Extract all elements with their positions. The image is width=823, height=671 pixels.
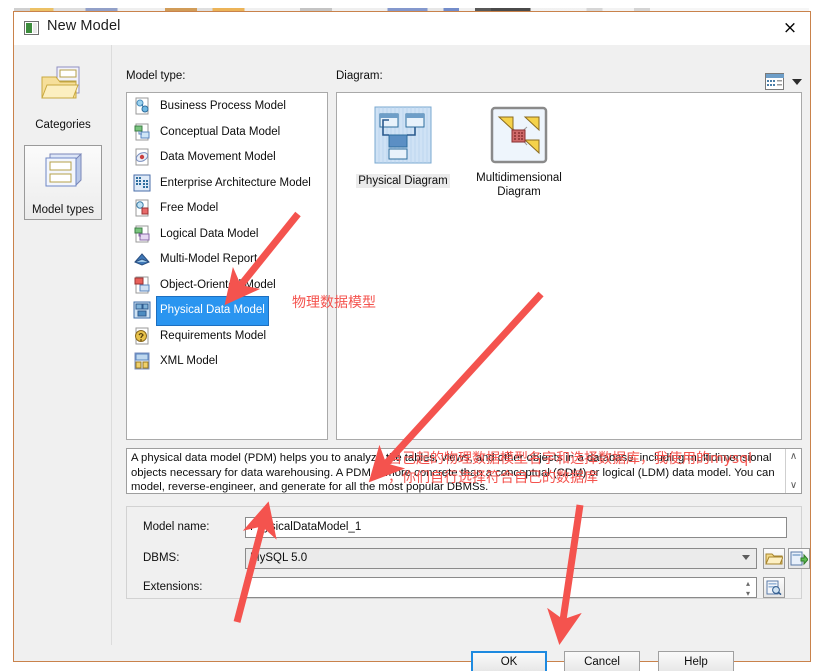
- list-item-label: Conceptual Data Model: [160, 125, 281, 138]
- model-name-label: Model name:: [143, 521, 210, 533]
- list-item-label: Multi-Model Report: [160, 253, 258, 265]
- description-text: A physical data model (PDM) helps you to…: [131, 452, 775, 494]
- close-icon[interactable]: ×: [777, 16, 803, 40]
- list-item[interactable]: Data Movement Model: [127, 144, 327, 170]
- ok-button[interactable]: OK: [471, 651, 547, 671]
- diagram-item-label: Multidimensional Diagram: [476, 172, 562, 198]
- list-item[interactable]: Conceptual Data Model: [127, 119, 327, 145]
- extensions-input[interactable]: ▴ ▾: [245, 577, 757, 598]
- multidimensional-diagram-thumb: [489, 105, 549, 165]
- help-button[interactable]: Help: [658, 651, 734, 671]
- list-item[interactable]: Logical Data Model: [127, 221, 327, 247]
- dbms-browse-button[interactable]: [763, 548, 785, 569]
- dialog-titlebar: New Model ×: [14, 12, 810, 45]
- list-item-physical-data-model[interactable]: Physical Data Model: [127, 296, 327, 326]
- object-oriented-icon: [133, 276, 151, 294]
- magnifier-page-icon: [764, 580, 783, 599]
- dbms-selected-value: MySQL 5.0: [250, 552, 308, 564]
- free-model-icon: [133, 199, 151, 217]
- dbms-row: DBMS: MySQL 5.0: [127, 548, 810, 570]
- cancel-button[interactable]: Cancel: [564, 651, 640, 671]
- dialog-title: New Model: [47, 18, 121, 34]
- list-item[interactable]: Object-Oriented Model: [127, 272, 327, 298]
- list-item[interactable]: Enterprise Architecture Model: [127, 170, 327, 196]
- list-item-label: Object-Oriented Model: [160, 278, 276, 291]
- logical-data-icon: [133, 225, 151, 243]
- enterprise-architecture-icon: [133, 174, 151, 192]
- dbms-shortcut-button[interactable]: [788, 548, 810, 569]
- extensions-browse-button[interactable]: [763, 577, 785, 598]
- list-item[interactable]: Free Model: [127, 195, 327, 221]
- xml-model-icon: [133, 352, 151, 370]
- sidebar-item-label: Model types: [31, 204, 94, 216]
- physical-diagram-thumb: [373, 105, 433, 165]
- list-item-label: Physical Data Model: [156, 296, 269, 326]
- list-item[interactable]: Multi-Model Report: [127, 246, 327, 272]
- dialog-body: Categories Model types Model type: Diagr…: [14, 45, 810, 671]
- list-item-label: Business Process Model: [160, 100, 286, 112]
- description-box: A physical data model (PDM) helps you to…: [126, 448, 802, 494]
- list-item-label: Enterprise Architecture Model: [160, 176, 311, 189]
- conceptual-data-icon: [133, 123, 151, 141]
- list-view-icon[interactable]: [765, 73, 784, 90]
- list-item-label: Logical Data Model: [160, 227, 259, 240]
- extensions-label: Extensions:: [143, 581, 203, 593]
- model-type-list[interactable]: Business Process Model Conceptual Data M…: [126, 92, 328, 440]
- model-name-row: Model name: PhysicalDataModel_1: [127, 517, 801, 539]
- list-item[interactable]: Requirements Model: [127, 323, 327, 349]
- physical-data-icon: [133, 301, 151, 319]
- data-movement-icon: [133, 148, 151, 166]
- app-window-icon: [24, 21, 39, 35]
- stacked-models-icon: [40, 152, 86, 201]
- model-name-input[interactable]: PhysicalDataModel_1: [245, 517, 787, 538]
- list-item-label: Requirements Model: [160, 329, 267, 342]
- left-rail: Categories Model types: [14, 45, 112, 645]
- sidebar-item-model-types[interactable]: Model types: [24, 145, 102, 220]
- screenshot-root: New Model × Categories Model types Model…: [0, 0, 823, 671]
- add-green-icon: [789, 551, 809, 570]
- list-item[interactable]: Business Process Model: [127, 93, 327, 119]
- dbms-label: DBMS:: [143, 552, 180, 564]
- business-process-icon: [133, 97, 151, 115]
- sidebar-item-label: Categories: [35, 119, 91, 131]
- list-item-label: Data Movement Model: [160, 151, 276, 163]
- model-settings-group: Model name: PhysicalDataModel_1 DBMS: My…: [126, 506, 810, 599]
- chevron-down-icon[interactable]: [742, 555, 750, 560]
- scroll-up-icon[interactable]: ∧: [788, 451, 799, 462]
- description-scrollbar[interactable]: ∧ ∨: [785, 449, 801, 493]
- folder-categories-icon: [40, 65, 86, 114]
- scroll-down-icon[interactable]: ∨: [788, 480, 799, 491]
- diagram-panel: Physical Diagram Multidimensional Diagra…: [336, 92, 802, 440]
- list-item-label: Free Model: [160, 202, 219, 214]
- list-item-label: XML Model: [160, 355, 218, 367]
- model-type-label: Model type:: [126, 70, 186, 82]
- stepper-up-icon[interactable]: ▴: [741, 579, 755, 588]
- diagram-item-multidimensional[interactable]: Multidimensional Diagram: [465, 105, 573, 200]
- requirements-icon: [133, 327, 151, 345]
- sidebar-item-categories[interactable]: Categories: [24, 59, 102, 134]
- stepper-down-icon[interactable]: ▾: [741, 589, 755, 597]
- folder-open-icon: [764, 553, 784, 570]
- diagram-item-physical[interactable]: Physical Diagram: [349, 105, 457, 189]
- new-model-dialog: New Model × Categories Model types Model…: [13, 11, 811, 671]
- quantity-stepper[interactable]: ▴ ▾: [741, 579, 755, 597]
- chevron-down-icon[interactable]: [792, 79, 802, 85]
- multi-model-report-icon: [133, 250, 151, 268]
- dbms-select[interactable]: MySQL 5.0: [245, 548, 757, 569]
- list-item[interactable]: XML Model: [127, 348, 327, 374]
- diagram-label: Diagram:: [336, 70, 383, 82]
- diagram-item-label: Physical Diagram: [356, 174, 450, 188]
- extensions-row: Extensions: ▴ ▾: [127, 577, 801, 599]
